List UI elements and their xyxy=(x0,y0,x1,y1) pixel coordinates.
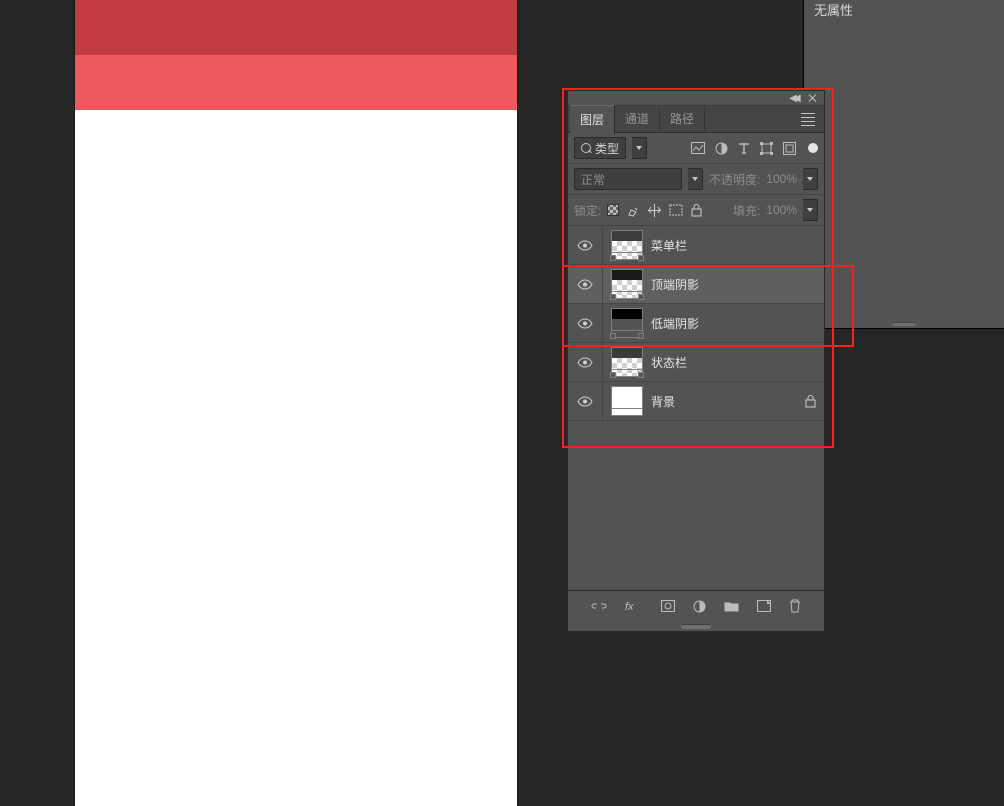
visibility-toggle[interactable] xyxy=(568,226,603,264)
filter-kind-select[interactable]: 类型 xyxy=(574,137,626,159)
layer-filter-row: 类型 xyxy=(568,133,824,164)
link-icon[interactable] xyxy=(591,601,607,611)
opacity-value[interactable]: 100% xyxy=(766,172,797,186)
trash-icon[interactable] xyxy=(789,599,801,613)
document-canvas[interactable] xyxy=(75,0,517,806)
lock-position-icon[interactable] xyxy=(648,204,661,217)
layer-row[interactable]: 低端阴影 xyxy=(568,304,824,343)
adjustment-icon[interactable] xyxy=(693,600,706,613)
panel-menu-icon[interactable] xyxy=(798,106,824,132)
blend-row: 正常 不透明度: 100% xyxy=(568,164,824,195)
filter-toggle[interactable] xyxy=(808,143,818,153)
layer-name[interactable]: 背景 xyxy=(651,393,675,410)
layer-thumbnail[interactable] xyxy=(611,308,643,338)
visibility-toggle[interactable] xyxy=(568,265,603,303)
eye-icon xyxy=(577,240,593,251)
lock-icon[interactable] xyxy=(805,395,816,408)
properties-title: 无属性 xyxy=(814,0,853,19)
panel-resize-handle[interactable] xyxy=(681,624,711,629)
eye-icon xyxy=(577,357,593,368)
filter-kind-label: 类型 xyxy=(595,140,619,157)
layer-thumbnail[interactable] xyxy=(611,230,643,260)
eye-icon xyxy=(577,396,593,407)
filter-kind-chevron[interactable] xyxy=(632,137,647,159)
layer-row[interactable]: 状态栏 xyxy=(568,343,824,382)
lock-brush-icon[interactable] xyxy=(627,204,640,217)
layer-thumbnail[interactable] xyxy=(611,347,643,377)
layer-name[interactable]: 菜单栏 xyxy=(651,237,687,254)
visibility-toggle[interactable] xyxy=(568,304,603,342)
artboard-status-bar xyxy=(75,0,517,55)
layer-thumbnail[interactable] xyxy=(611,386,643,416)
panel-resize-handle[interactable] xyxy=(892,322,916,326)
layer-list: 菜单栏顶端阴影低端阴影状态栏背景 xyxy=(568,226,824,421)
layer-name[interactable]: 低端阴影 xyxy=(651,315,699,332)
panel-tabs: 图层 通道 路径 xyxy=(568,106,824,133)
visibility-toggle[interactable] xyxy=(568,343,603,381)
fill-value[interactable]: 100% xyxy=(766,203,797,217)
mask-icon[interactable] xyxy=(661,600,675,612)
layers-bottom-bar: fx xyxy=(568,590,824,621)
collapse-icon[interactable]: ◀◀ xyxy=(786,91,800,105)
eye-icon xyxy=(577,279,593,290)
visibility-toggle[interactable] xyxy=(568,382,603,420)
artboard-nav-bar xyxy=(75,55,517,110)
layer-name[interactable]: 状态栏 xyxy=(651,354,687,371)
layer-row[interactable]: 菜单栏 xyxy=(568,226,824,265)
filter-smart-icon[interactable] xyxy=(783,142,796,155)
layers-panel: ◀◀ 图层 通道 路径 类型 正常 不透明度: 100% xyxy=(567,90,825,632)
tab-channels[interactable]: 通道 xyxy=(615,105,660,133)
new-layer-icon[interactable] xyxy=(757,600,771,612)
opacity-label: 不透明度: xyxy=(709,171,760,188)
fx-icon[interactable]: fx xyxy=(625,600,643,612)
opacity-chevron[interactable] xyxy=(803,168,818,190)
blend-mode-value: 正常 xyxy=(581,171,605,188)
layer-thumbnail[interactable] xyxy=(611,269,643,299)
filter-pixel-icon[interactable] xyxy=(691,142,705,154)
filter-shape-icon[interactable] xyxy=(760,142,773,155)
filter-adjust-icon[interactable] xyxy=(715,142,728,155)
lock-row: 锁定: 填充: 100% xyxy=(568,195,824,226)
blend-mode-select[interactable]: 正常 xyxy=(574,168,682,190)
lock-all-icon[interactable] xyxy=(691,204,702,217)
layer-name[interactable]: 顶端阴影 xyxy=(651,276,699,293)
lock-transparency-icon[interactable] xyxy=(607,204,619,216)
layer-row[interactable]: 顶端阴影 xyxy=(568,265,824,304)
lock-artboard-icon[interactable] xyxy=(669,204,683,216)
close-icon[interactable] xyxy=(806,91,820,105)
layer-row[interactable]: 背景 xyxy=(568,382,824,421)
fill-label: 填充: xyxy=(733,202,760,219)
tab-layers[interactable]: 图层 xyxy=(570,105,615,134)
group-icon[interactable] xyxy=(724,600,739,612)
properties-panel: 无属性 xyxy=(803,0,1004,329)
eye-icon xyxy=(577,318,593,329)
lock-label: 锁定: xyxy=(574,202,601,219)
blend-mode-chevron[interactable] xyxy=(688,168,703,190)
tab-paths[interactable]: 路径 xyxy=(660,105,705,133)
svg-text:fx: fx xyxy=(625,601,634,612)
fill-chevron[interactable] xyxy=(803,199,818,221)
filter-type-icon[interactable] xyxy=(738,142,750,154)
